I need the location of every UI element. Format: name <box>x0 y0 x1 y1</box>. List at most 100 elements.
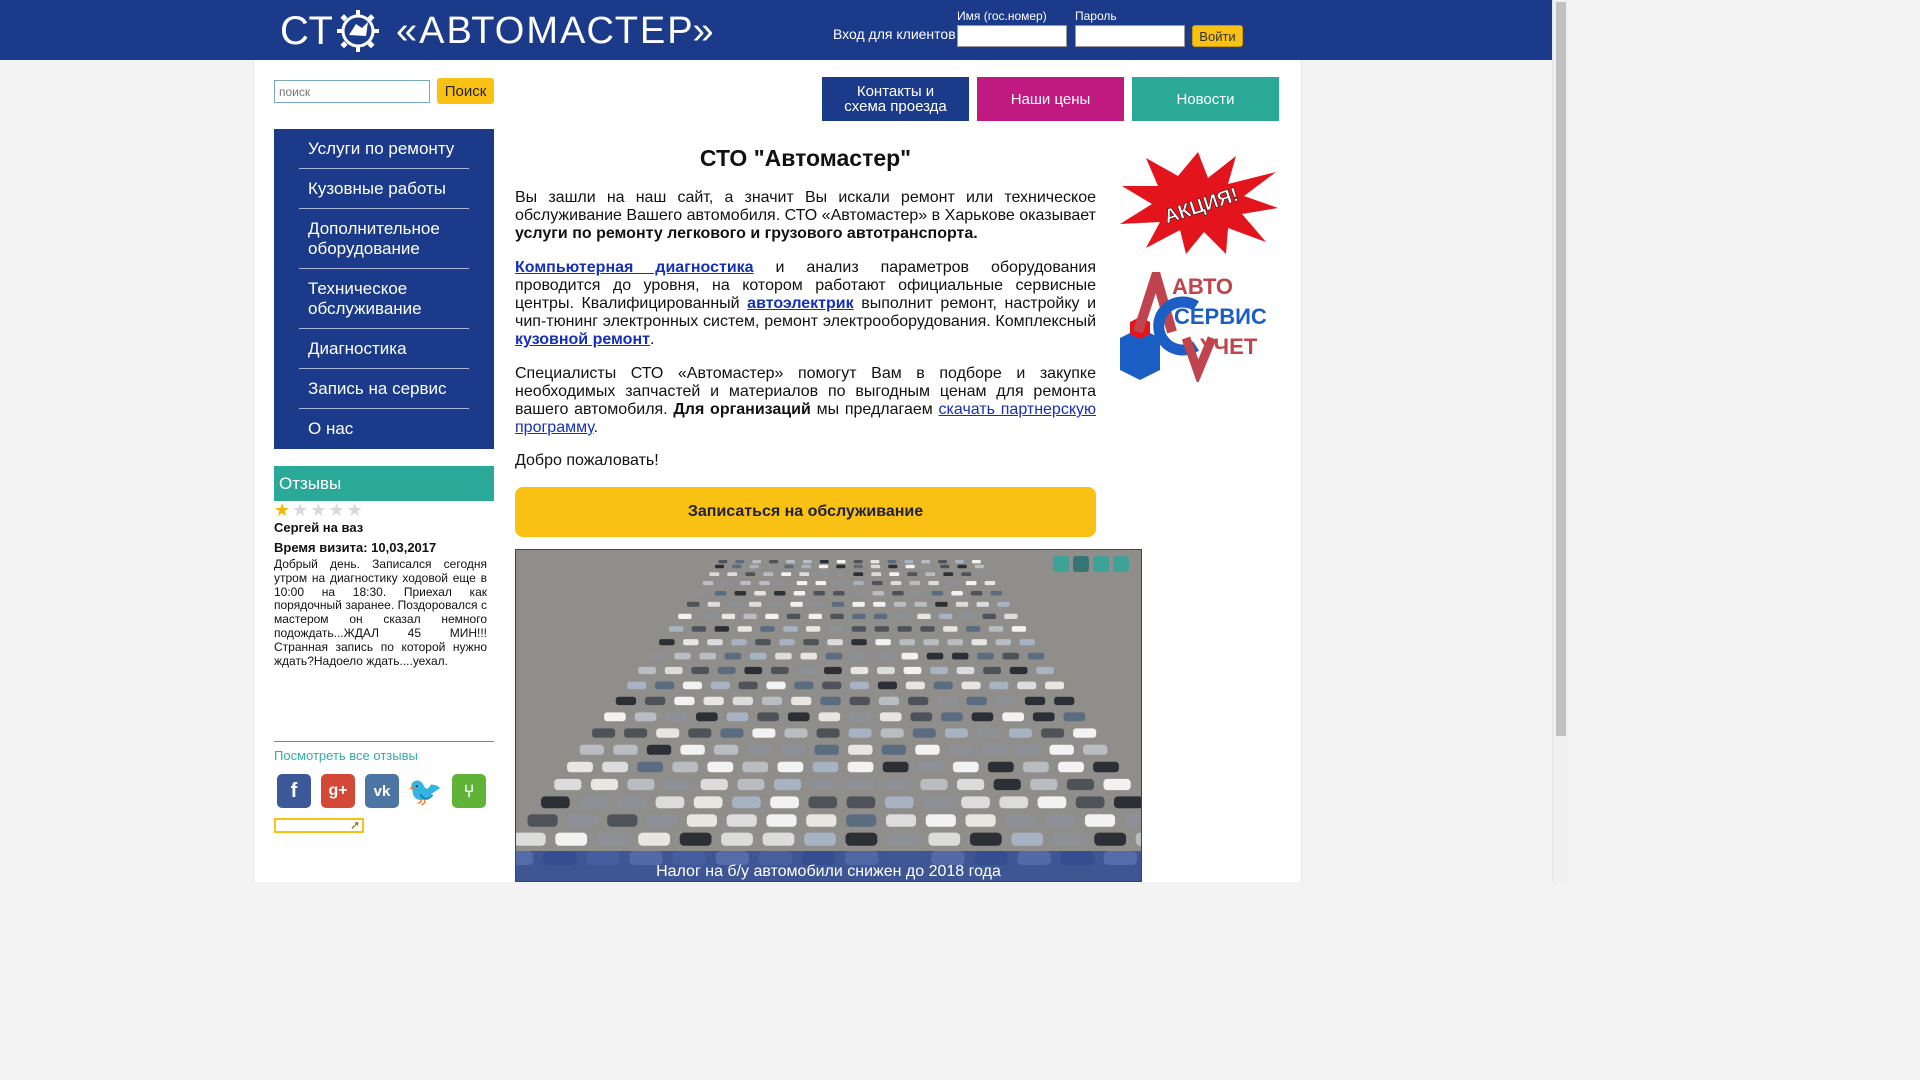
parked-car <box>786 560 795 564</box>
parked-car <box>849 712 871 722</box>
twitter-icon[interactable]: 🐦 <box>408 774 442 808</box>
nav-news-button[interactable]: Новости <box>1132 77 1279 121</box>
parked-car <box>937 696 958 706</box>
login-button[interactable]: Войти <box>1192 25 1243 47</box>
parked-car <box>850 652 868 660</box>
parked-car <box>645 696 666 706</box>
parked-car <box>752 560 762 564</box>
autoservis-banner[interactable]: АВТО СЕРВИС УЧЕТ <box>1116 272 1282 382</box>
parked-car <box>724 652 742 660</box>
scrollbar[interactable] <box>1552 0 1568 882</box>
body-repair-link[interactable]: кузовной ремонт <box>515 331 650 348</box>
sidebar-item-diagnostics[interactable]: Диагностика <box>299 339 469 369</box>
parked-car <box>871 581 883 586</box>
image-slider[interactable]: Налог на б/у автомобили снижен до 2018 г… <box>515 549 1142 882</box>
parked-car <box>1037 796 1067 809</box>
parked-car <box>956 666 975 675</box>
parked-car <box>845 832 878 846</box>
parked-car <box>917 761 944 773</box>
parked-car <box>766 814 797 827</box>
scrollbar-thumb[interactable] <box>1556 2 1566 736</box>
password-field[interactable] <box>1075 25 1185 47</box>
parked-car <box>647 814 678 827</box>
promo-banner[interactable]: АКЦИЯ! <box>1116 150 1280 256</box>
parked-car <box>1058 761 1084 773</box>
parked-car <box>921 560 931 564</box>
parked-car <box>555 832 588 846</box>
parked-car <box>664 778 692 791</box>
parked-car <box>969 832 1002 846</box>
parked-car <box>877 666 895 675</box>
slider-dot[interactable] <box>1053 556 1069 572</box>
parked-car <box>744 666 763 675</box>
parked-car <box>579 796 608 809</box>
slider-dot[interactable] <box>1073 556 1089 572</box>
parked-car <box>999 796 1029 809</box>
nav-prices-button[interactable]: Наши цены <box>977 77 1124 121</box>
username-field[interactable] <box>957 25 1067 47</box>
parked-car <box>696 712 718 722</box>
services-paragraph: Компьютерная диагностика и анализ параме… <box>515 259 1096 349</box>
site-logo[interactable]: СТ «АВТОМАСТЕР» <box>280 8 716 54</box>
parked-car <box>948 744 974 755</box>
parked-car <box>1023 761 1049 773</box>
search-button[interactable]: Поиск <box>437 78 494 104</box>
parked-car <box>682 681 702 690</box>
parked-car <box>917 613 931 619</box>
parked-car <box>971 639 987 646</box>
parked-car <box>831 601 845 607</box>
parked-car <box>1011 626 1027 632</box>
view-all-reviews-link[interactable]: Посмотреть все отзывы <box>274 748 418 763</box>
slider-dots <box>1053 556 1129 572</box>
parked-car <box>728 601 741 607</box>
parked-car <box>648 652 666 660</box>
parked-car <box>1084 814 1116 827</box>
parked-car <box>892 591 904 596</box>
sidebar-item-about[interactable]: О нас <box>299 419 469 449</box>
star-icon: ★ <box>346 500 363 520</box>
parked-car <box>851 639 867 646</box>
parked-car <box>850 666 869 675</box>
parked-car <box>779 639 795 646</box>
parked-car <box>737 778 765 791</box>
google-plus-icon[interactable]: g+ <box>321 774 355 808</box>
sidebar-item-booking[interactable]: Запись на сервис <box>299 379 469 409</box>
parked-car <box>721 832 753 846</box>
parked-car <box>749 652 767 660</box>
book-service-button[interactable]: Записаться на обслуживание <box>515 487 1096 537</box>
autoservis-line3: УЧЕТ <box>1200 334 1258 359</box>
sidebar-item-maintenance[interactable]: Техническое обслуживание <box>299 279 469 329</box>
parked-car <box>873 613 888 619</box>
vk-icon[interactable]: vk <box>365 774 399 808</box>
slider-dot[interactable] <box>1093 556 1109 572</box>
parked-car <box>1124 814 1141 827</box>
sidebar-item-equipment[interactable]: Дополнительное оборудование <box>299 219 469 269</box>
parked-car <box>830 613 844 619</box>
parked-car <box>721 581 733 586</box>
parked-car <box>813 591 825 596</box>
facebook-icon[interactable]: f <box>277 774 311 808</box>
parking-lot-image <box>516 550 1141 881</box>
sidebar-item-repair[interactable]: Услуги по ремонту <box>299 139 469 169</box>
sidebar-item-bodywork[interactable]: Кузовные работы <box>299 179 469 209</box>
parked-car <box>890 581 902 586</box>
parked-car <box>928 581 939 586</box>
parked-car <box>870 564 881 569</box>
parked-car <box>1041 728 1065 738</box>
parked-car <box>765 613 779 619</box>
widget-link-bar[interactable]: ➚ <box>274 818 364 833</box>
parked-car <box>961 681 981 690</box>
tripadvisor-icon[interactable]: ⑂ <box>452 774 486 808</box>
autoelectric-link[interactable]: автоэлектрик <box>747 295 853 312</box>
parked-car <box>755 639 771 646</box>
computer-diagnostics-link[interactable]: Компьютерная диагностика <box>515 259 754 276</box>
parked-car <box>714 564 725 569</box>
parked-car <box>925 814 956 827</box>
parked-car <box>810 778 838 791</box>
parked-car <box>816 728 840 738</box>
nav-contacts-button[interactable]: Контакты и схема проезда <box>822 77 969 121</box>
slider-dot[interactable] <box>1113 556 1129 572</box>
search-input[interactable] <box>274 80 430 103</box>
parked-car <box>988 626 1004 632</box>
parked-car <box>773 778 802 791</box>
